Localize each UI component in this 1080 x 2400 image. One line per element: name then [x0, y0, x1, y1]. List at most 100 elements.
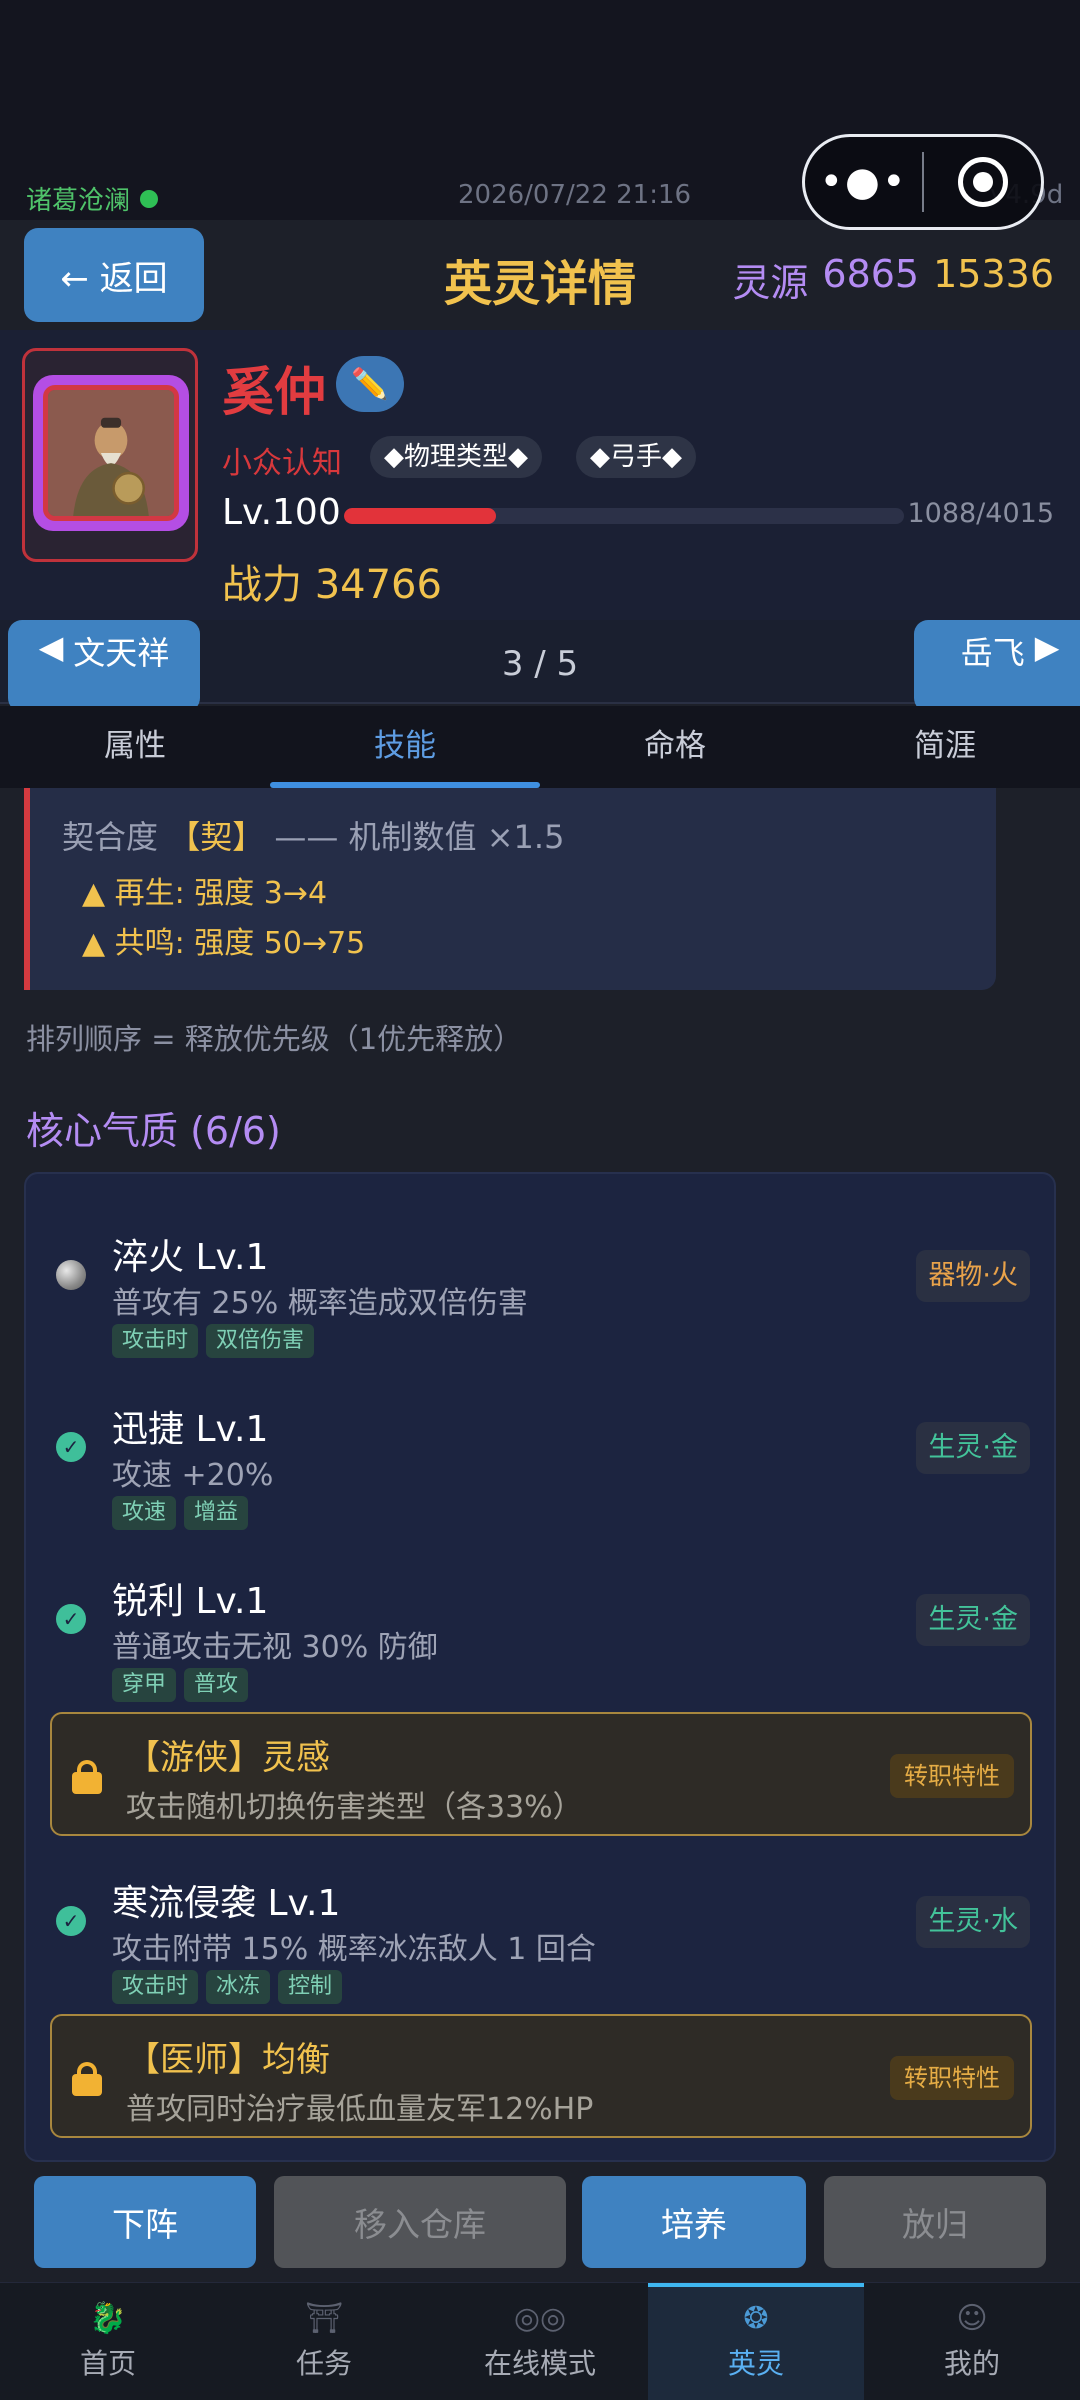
skill-tag: 攻击时	[112, 1970, 199, 2004]
target-icon	[957, 157, 1008, 207]
affinity-note: —— 机制数值 ×1.5	[274, 818, 565, 856]
nav-heroes-label: 英灵	[727, 2346, 784, 2380]
edit-name-button[interactable]: ✏️	[336, 356, 404, 412]
next-hero-button[interactable]: 岳飞 ▶	[914, 620, 1080, 712]
skill-tag: 双倍伤害	[206, 1324, 315, 1358]
skill-desc: 攻速 +20%	[112, 1458, 274, 1493]
datetime: 2026/07/22 21:16	[458, 180, 692, 210]
check-icon[interactable]: ✓	[56, 1432, 86, 1462]
rings-icon: ◎◎	[513, 2300, 567, 2336]
exp-progress-bar	[344, 508, 904, 524]
skill-name: 淬火 Lv.1	[112, 1237, 269, 1278]
server-status: 诸葛沧澜	[26, 180, 159, 217]
element-badge: 生灵·金	[916, 1422, 1030, 1474]
skill-desc: 普通攻击无视 30% 防御	[112, 1630, 438, 1665]
sage-portrait-icon	[48, 390, 174, 516]
locked-trait[interactable]: 【医师】均衡 普攻同时治疗最低血量友军12%HP 转职特性	[50, 2014, 1032, 2138]
skill-tag: 增益	[184, 1496, 249, 1530]
next-hero-label: 岳飞	[960, 634, 1025, 672]
hero-level: Lv.100	[222, 492, 341, 533]
resource-gold-value: 15336	[933, 252, 1054, 296]
affinity-mark: 【契】	[168, 818, 265, 856]
skill-name: 寒流侵袭 Lv.1	[112, 1883, 341, 1924]
train-button[interactable]: 培养	[582, 2176, 806, 2268]
locked-trait-name: 【游侠】灵感	[126, 1738, 330, 1778]
lock-icon	[72, 1760, 102, 1794]
skill-list: 淬火 Lv.1 普攻有 25% 概率造成双倍伤害 攻击时 双倍伤害 器物·火 ✓…	[24, 1172, 1056, 2162]
check-icon[interactable]: ✓	[56, 1604, 86, 1634]
affinity-label: 契合度	[62, 818, 159, 856]
locked-trait-desc: 普攻同时治疗最低血量友军12%HP	[126, 2092, 594, 2127]
bottom-nav: 🐉 首页 ⛩ 任务 ◎◎ 在线模式 ❂ 英灵 ☺ 我的	[0, 2282, 1080, 2400]
dragon-icon: 🐉	[89, 2300, 127, 2336]
more-icon[interactable]: •●•	[805, 162, 922, 202]
skill-tag: 攻击时	[112, 1324, 199, 1358]
hero-tag-class: ◆弓手◆	[576, 436, 696, 478]
online-dot-icon	[140, 189, 159, 208]
section-title: 核心气质 (6/6)	[26, 1109, 281, 1153]
element-badge: 生灵·水	[916, 1896, 1030, 1948]
undeploy-button[interactable]: 下阵	[34, 2176, 256, 2268]
portrait-border	[33, 375, 189, 531]
skill-tags: 穿甲 普攻	[112, 1668, 249, 1702]
resource-spirit-value: 6865	[822, 252, 920, 296]
tab-attributes[interactable]: 属性	[0, 706, 270, 788]
skill-tag: 普攻	[184, 1668, 249, 1702]
hero-tag-type: ◆物理类型◆	[370, 436, 542, 478]
skill-tags: 攻击时 双倍伤害	[112, 1324, 315, 1358]
tab-skills[interactable]: 技能	[270, 706, 540, 788]
affinity-box: 契合度 【契】 —— 机制数值 ×1.5 ▲ 再生: 强度 3→4 ▲ 共鸣: …	[24, 788, 996, 990]
detail-tabs: 属性 技能 命格 简涯	[0, 706, 1080, 788]
skill-tag: 控制	[278, 1970, 343, 2004]
skill-item[interactable]: ✓ 锐利 Lv.1 普通攻击无视 30% 防御 穿甲 普攻 生灵·金	[26, 1554, 1058, 1724]
spirit-icon: ❂	[743, 2300, 769, 2336]
skill-tag: 冰冻	[206, 1970, 271, 2004]
skill-tags: 攻击时 冰冻 控制	[112, 1970, 343, 2004]
hero-portrait	[43, 385, 179, 521]
skill-desc: 普攻有 25% 概率造成双倍伤害	[112, 1286, 528, 1321]
close-miniprogram-button[interactable]	[924, 157, 1041, 207]
locked-trait-badge: 转职特性	[890, 2056, 1014, 2100]
nav-heroes[interactable]: ❂ 英灵	[648, 2283, 864, 2400]
nav-profile-label: 我的	[943, 2346, 1000, 2380]
miniprogram-capsule: •●•	[802, 134, 1044, 230]
nav-tasks-label: 任务	[295, 2346, 352, 2380]
lock-icon	[72, 2062, 102, 2096]
skill-tag: 穿甲	[112, 1668, 177, 1702]
affinity-line: ▲ 再生: 强度 3→4	[82, 876, 328, 911]
check-icon[interactable]: ✓	[56, 1906, 86, 1936]
exp-text: 1088/4015	[907, 498, 1054, 529]
nav-online[interactable]: ◎◎ 在线模式	[432, 2283, 648, 2400]
gate-icon: ⛩	[304, 2300, 344, 2336]
skill-tag: 攻速	[112, 1496, 177, 1530]
unchecked-orb-icon[interactable]	[56, 1260, 86, 1290]
skill-name: 迅捷 Lv.1	[112, 1409, 269, 1450]
tab-destiny[interactable]: 命格	[540, 706, 810, 788]
skill-item[interactable]: ✓ 寒流侵袭 Lv.1 攻击附带 15% 概率冰冻敌人 1 回合 攻击时 冰冻 …	[26, 1856, 1058, 2026]
skill-item[interactable]: ✓ 迅捷 Lv.1 攻速 +20% 攻速 增益 生灵·金	[26, 1382, 1058, 1552]
arrow-right-icon: ▶	[1034, 628, 1060, 666]
skill-name: 锐利 Lv.1	[112, 1581, 269, 1622]
hero-portrait-frame[interactable]	[22, 348, 198, 562]
skill-desc: 攻击附带 15% 概率冰冻敌人 1 回合	[112, 1932, 596, 1967]
element-badge: 器物·火	[916, 1250, 1030, 1302]
locked-trait[interactable]: 【游侠】灵感 攻击随机切换伤害类型（各33%） 转职特性	[50, 1712, 1032, 1836]
locked-trait-desc: 攻击随机切换伤害类型（各33%）	[126, 1790, 583, 1825]
resource-display: 灵源 6865 15336	[732, 252, 1054, 307]
skill-item[interactable]: 淬火 Lv.1 普攻有 25% 概率造成双倍伤害 攻击时 双倍伤害 器物·火	[26, 1210, 1058, 1380]
nav-profile[interactable]: ☺ 我的	[864, 2283, 1080, 2400]
release-button[interactable]: 放归	[824, 2176, 1046, 2268]
server-name: 诸葛沧澜	[26, 186, 131, 216]
move-to-storage-button[interactable]: 移入仓库	[274, 2176, 566, 2268]
nav-home[interactable]: 🐉 首页	[0, 2283, 216, 2400]
profile-icon: ☺	[956, 2300, 988, 2336]
affinity-title: 契合度 【契】 —— 机制数值 ×1.5	[62, 812, 564, 858]
hero-name: 奚仲	[222, 363, 327, 423]
resource-label: 灵源	[732, 261, 809, 305]
nav-tasks[interactable]: ⛩ 任务	[216, 2283, 432, 2400]
hero-power: 战力 34766	[222, 562, 442, 608]
locked-trait-name: 【医师】均衡	[126, 2040, 330, 2080]
order-note: 排列顺序 = 释放优先级（1优先释放）	[26, 1022, 523, 1056]
tab-biography[interactable]: 简涯	[810, 706, 1080, 788]
nav-home-label: 首页	[79, 2346, 136, 2380]
